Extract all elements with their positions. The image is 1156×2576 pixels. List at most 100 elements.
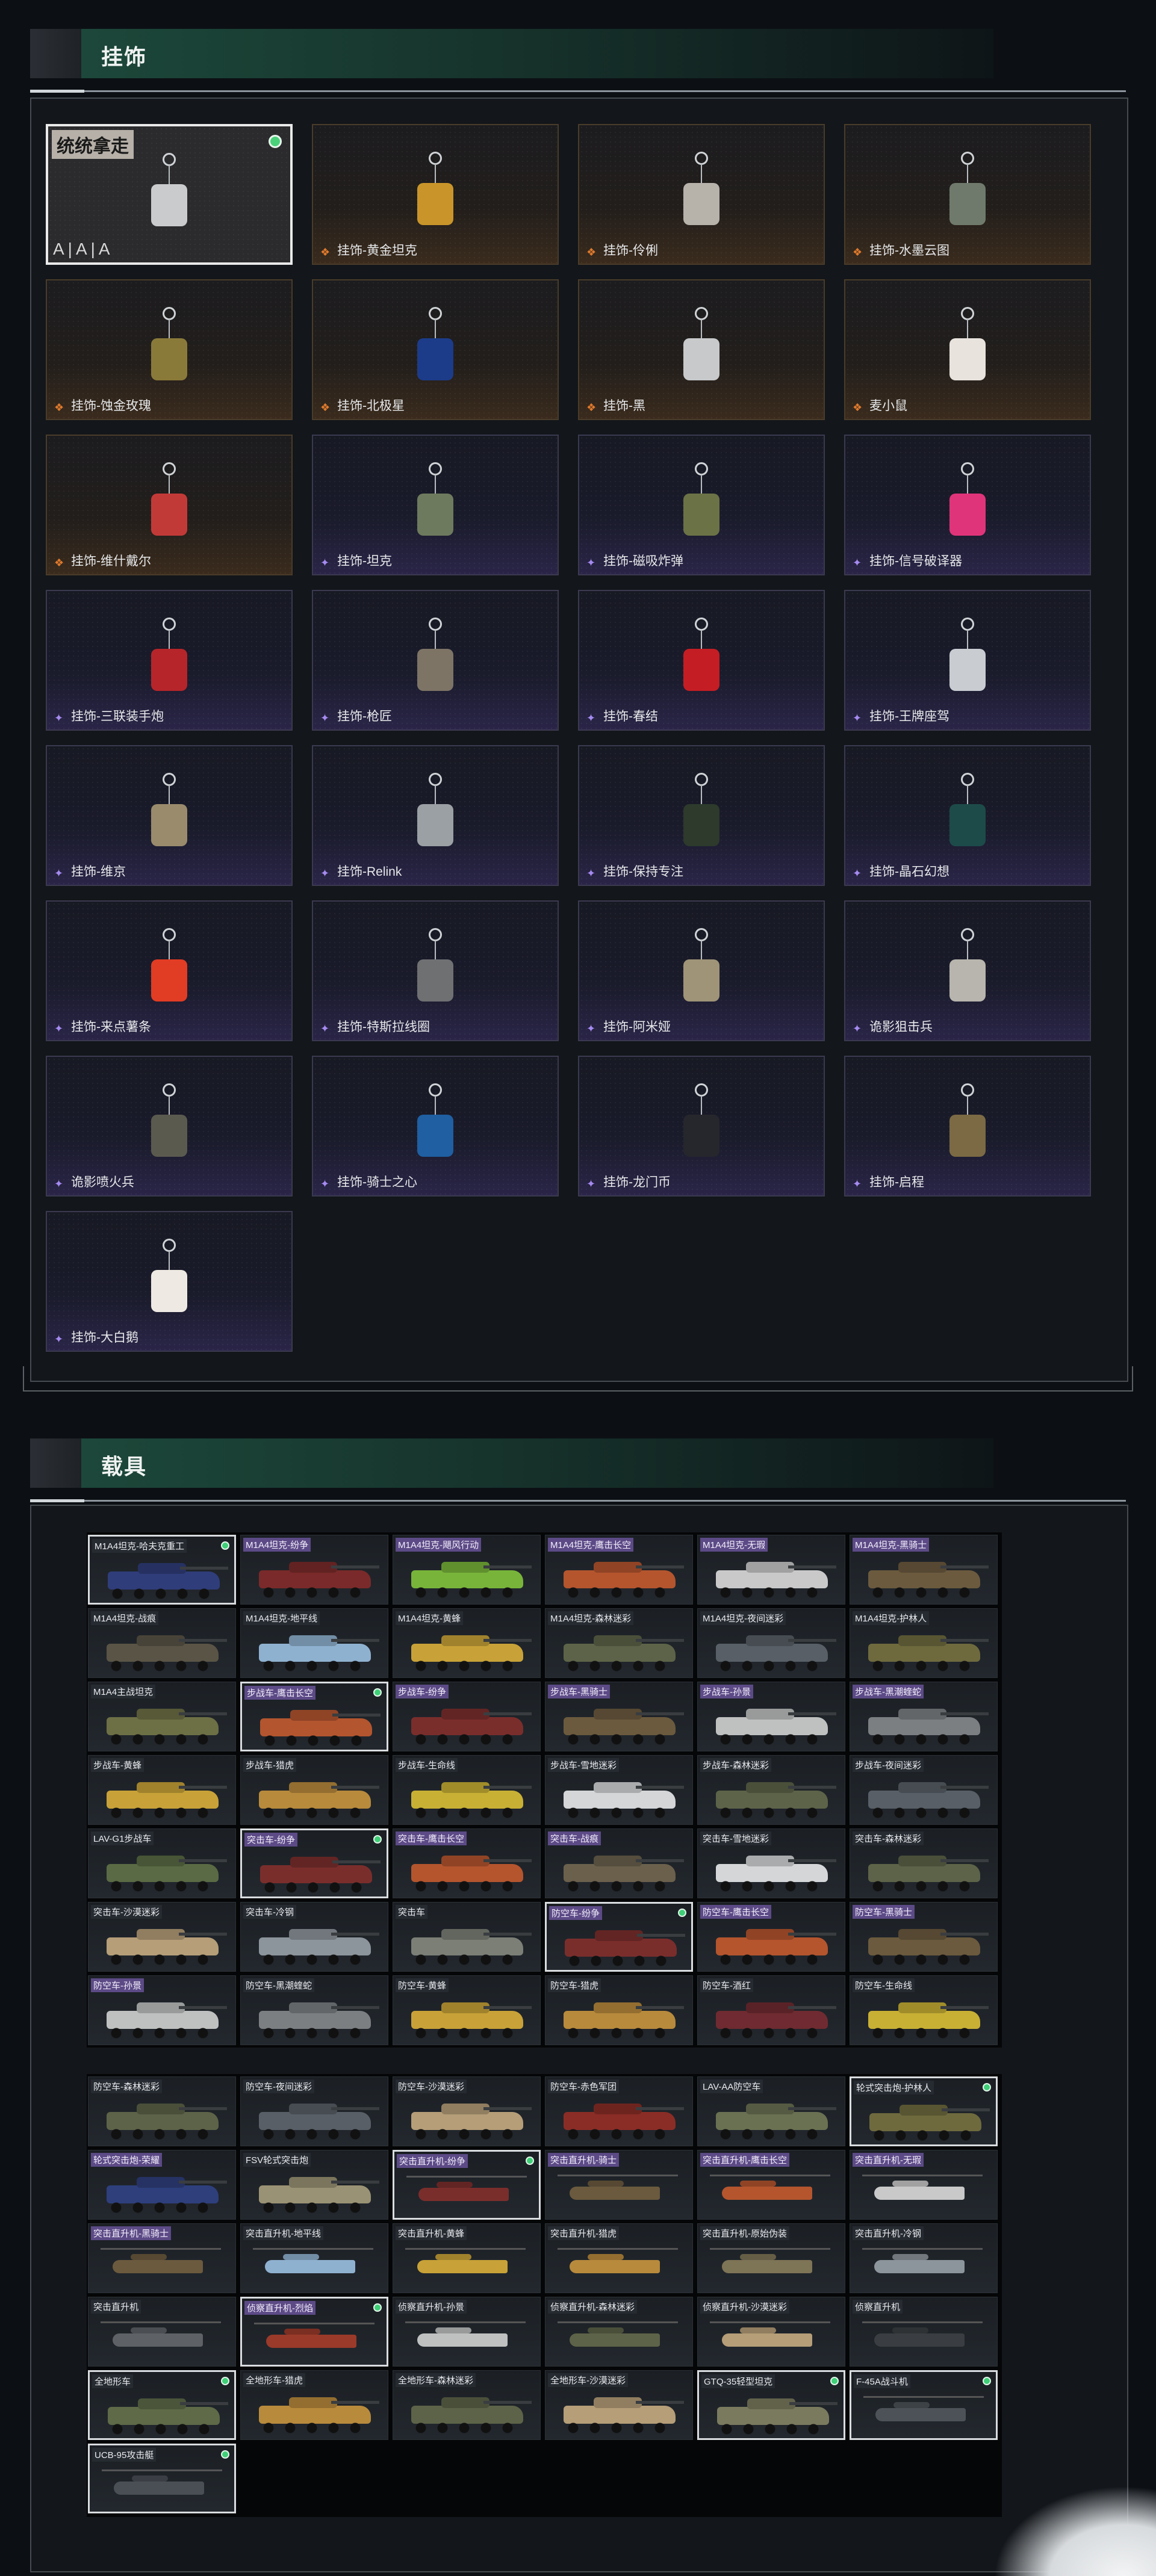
vehicle-tile[interactable]: 轮式突击炮-护林人 [850,2076,998,2146]
vehicle-tile[interactable]: 全地形车 [88,2370,236,2440]
vehicle-tile[interactable]: UCB-95攻击艇 [88,2444,236,2513]
vehicle-tile[interactable]: GTQ-35轻型坦克 [697,2370,845,2440]
vehicle-tile[interactable]: 突击车-纷争 [240,1828,388,1898]
vehicle-tile[interactable]: M1A4坦克-护林人 [850,1608,998,1678]
vehicle-tile[interactable]: 突击直升机-骑士 [545,2150,693,2220]
vehicle-tile[interactable]: 步战车-猎虎 [240,1755,388,1825]
vehicle-tile[interactable]: 步战车-纷争 [393,1682,541,1751]
vehicle-tile[interactable]: 防空车-黑骑士 [850,1902,998,1972]
vehicle-tile[interactable]: 突击车-鹰击长空 [393,1828,541,1898]
vehicle-tile[interactable]: 防空车-猎虎 [545,1975,693,2045]
vehicle-tile[interactable]: 防空车-鹰击长空 [697,1902,845,1972]
vehicle-tile[interactable]: M1A4坦克-无瑕 [697,1535,845,1605]
charm-card[interactable]: ✦ 挂饰-大白鹅 [46,1211,293,1352]
charm-card[interactable]: ✦ 挂饰-骑士之心 [312,1056,559,1197]
charm-card[interactable]: ❖ 挂饰-黑 [578,279,825,420]
vehicle-tile[interactable]: 步战车-黑潮蝰蛇 [850,1682,998,1751]
vehicle-tile[interactable]: M1A4坦克-夜间迷彩 [697,1608,845,1678]
vehicle-tile[interactable]: M1A4坦克-森林迷彩 [545,1608,693,1678]
vehicle-tile[interactable]: 侦察直升机-孙景 [393,2297,541,2367]
vehicle-tile[interactable]: 突击直升机-黑骑士 [88,2223,236,2293]
charm-card[interactable]: ✦ 诡影喷火兵 [46,1056,293,1197]
vehicle-tile[interactable]: 突击直升机-无瑕 [850,2150,998,2220]
vehicle-tile[interactable]: 步战车-鹰击长空 [240,1682,388,1751]
vehicle-tile[interactable]: 侦察直升机-沙漠迷彩 [697,2297,845,2367]
charm-card[interactable]: ❖ 挂饰-北极星 [312,279,559,420]
vehicle-tile[interactable]: LAV-G1步战车 [88,1828,236,1898]
charm-card[interactable]: ✦ 挂饰-磁吸炸弹 [578,435,825,575]
charm-card[interactable]: ❖ 挂饰-维什戴尔 [46,435,293,575]
vehicle-tile[interactable]: 防空车-黑潮蝰蛇 [240,1975,388,2045]
charm-card[interactable]: ✦ 挂饰-龙门币 [578,1056,825,1197]
vehicle-tile[interactable]: 防空车-黄蜂 [393,1975,541,2045]
vehicle-tile[interactable]: 步战车-生命线 [393,1755,541,1825]
vehicle-tile[interactable]: 轮式突击炮-荣耀 [88,2150,236,2220]
vehicle-tile[interactable]: 突击车-森林迷彩 [850,1828,998,1898]
charm-card[interactable]: ✦ 挂饰-王牌座驾 [844,590,1091,731]
vehicle-tile[interactable]: 突击直升机-冷钢 [850,2223,998,2293]
charm-card[interactable]: ❖ 挂饰-黄金坦克 [312,124,559,265]
vehicle-tile[interactable]: 侦察直升机 [850,2297,998,2367]
vehicle-tile[interactable]: 突击车-雪地迷彩 [697,1828,845,1898]
vehicle-tile[interactable]: 步战车-雪地迷彩 [545,1755,693,1825]
vehicle-tile[interactable]: 突击直升机 [88,2297,236,2367]
vehicle-tile[interactable]: 步战车-森林迷彩 [697,1755,845,1825]
vehicle-tile[interactable]: M1A4坦克-哈夫克重工 [88,1535,236,1605]
vehicle-tile[interactable]: M1A4坦克-纷争 [240,1535,388,1605]
vehicle-tile[interactable]: F-45A战斗机 [850,2370,998,2440]
vehicle-tile[interactable]: 步战车-夜间迷彩 [850,1755,998,1825]
vehicle-tile[interactable]: M1A4坦克-战痕 [88,1608,236,1678]
vehicle-tile[interactable]: 防空车-纷争 [545,1902,693,1972]
vehicle-tile[interactable]: 步战车-黑骑士 [545,1682,693,1751]
vehicle-tile[interactable]: 防空车-森林迷彩 [88,2076,236,2146]
vehicle-tile[interactable]: 防空车-孙景 [88,1975,236,2045]
charm-card[interactable]: ✦ 诡影狙击兵 [844,900,1091,1041]
vehicle-tile[interactable]: 防空车-生命线 [850,1975,998,2045]
vehicle-tile[interactable]: 突击直升机-黄蜂 [393,2223,541,2293]
charm-card[interactable]: ✦ 挂饰-晶石幻想 [844,745,1091,886]
charm-card[interactable]: ✦ 挂饰-保持专注 [578,745,825,886]
vehicle-tile[interactable]: 突击车 [393,1902,541,1972]
vehicle-tile[interactable]: M1A4坦克-鹰击长空 [545,1535,693,1605]
vehicle-tile[interactable]: M1A4坦克-黄蜂 [393,1608,541,1678]
vehicle-tile[interactable]: FSV轮式突击炮 [240,2150,388,2220]
vehicle-tile[interactable]: M1A4主战坦克 [88,1682,236,1751]
vehicle-tile[interactable]: M1A4坦克-黑骑士 [850,1535,998,1605]
vehicle-tile[interactable]: 全地形车-猎虎 [240,2370,388,2440]
vehicle-tile[interactable]: 侦察直升机-森林迷彩 [545,2297,693,2367]
charm-card[interactable]: ❖ 挂饰-伶俐 [578,124,825,265]
vehicle-tile[interactable]: 防空车-夜间迷彩 [240,2076,388,2146]
vehicle-tile[interactable]: 防空车-酒红 [697,1975,845,2045]
charm-card[interactable]: ✦ 挂饰-维京 [46,745,293,886]
vehicle-tile[interactable]: 步战车-黄蜂 [88,1755,236,1825]
vehicle-tile[interactable]: 突击直升机-猎虎 [545,2223,693,2293]
vehicle-tile[interactable]: 突击直升机-原始伪装 [697,2223,845,2293]
vehicle-tile[interactable]: 突击直升机-地平线 [240,2223,388,2293]
vehicle-tile[interactable]: 全地形车-森林迷彩 [393,2370,541,2440]
vehicle-tile[interactable]: M1A4坦克-飓风行动 [393,1535,541,1605]
vehicle-tile[interactable]: 防空车-赤色军团 [545,2076,693,2146]
vehicle-tile[interactable]: LAV-AA防空车 [697,2076,845,2146]
vehicle-tile[interactable]: 全地形车-沙漠迷彩 [545,2370,693,2440]
vehicle-tile[interactable]: 步战车-孙景 [697,1682,845,1751]
charm-card[interactable]: ✦ 挂饰-三联装手炮 [46,590,293,731]
vehicle-tile[interactable]: 防空车-沙漠迷彩 [393,2076,541,2146]
charm-card[interactable]: ❖ 麦小鼠 [844,279,1091,420]
charm-card[interactable]: ✦ 挂饰-信号破译器 [844,435,1091,575]
vehicle-tile[interactable]: 突击车-冷钢 [240,1902,388,1972]
charm-card[interactable]: ✦ 挂饰-春结 [578,590,825,731]
vehicle-tile[interactable]: 突击车-战痕 [545,1828,693,1898]
vehicle-tile[interactable]: 突击直升机-纷争 [393,2150,541,2220]
charm-card[interactable]: ❖ 挂饰-蚀金玫瑰 [46,279,293,420]
charm-card[interactable]: 统统拿走 A|A|A [46,124,293,265]
charm-card[interactable]: ✦ 挂饰-Relink [312,745,559,886]
vehicle-tile[interactable]: 突击车-沙漠迷彩 [88,1902,236,1972]
vehicle-tile[interactable]: 突击直升机-鹰击长空 [697,2150,845,2220]
vehicle-tile[interactable]: M1A4坦克-地平线 [240,1608,388,1678]
vehicle-tile[interactable]: 侦察直升机-烈焰 [240,2297,388,2367]
charm-card[interactable]: ✦ 挂饰-启程 [844,1056,1091,1197]
charm-card[interactable]: ✦ 挂饰-阿米娅 [578,900,825,1041]
charm-card[interactable]: ✦ 挂饰-坦克 [312,435,559,575]
charm-card[interactable]: ✦ 挂饰-枪匠 [312,590,559,731]
charm-card[interactable]: ❖ 挂饰-水墨云图 [844,124,1091,265]
